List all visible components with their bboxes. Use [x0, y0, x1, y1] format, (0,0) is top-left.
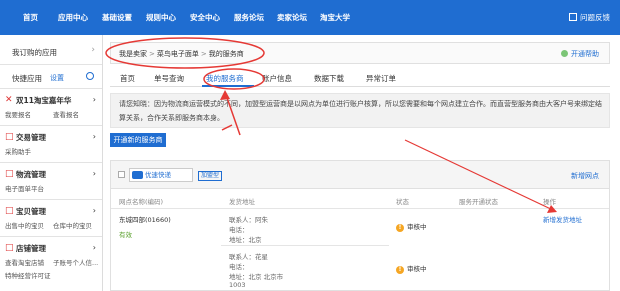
provider-logo-icon — [132, 171, 143, 179]
open-new-provider-button[interactable]: 开通新的服务商 — [110, 133, 166, 147]
double11-icon: ✕ — [5, 95, 13, 105]
sidebar-sub-link[interactable]: 出售中的宝贝 — [5, 220, 44, 230]
help-dot-icon — [561, 50, 568, 57]
feedback-link[interactable]: 问题反馈 — [569, 12, 610, 23]
sidebar-section-shop[interactable]: □ 店铺管理 › 查看淘宝店铺 子账号个人信... 特种经营许可证 — [0, 237, 102, 291]
nav-rules-center[interactable]: 规则中心 — [146, 12, 176, 23]
tab-data-download[interactable]: 数据下载 — [314, 73, 344, 84]
breadcrumb-bar: 我是卖家 > 菜鸟电子面单 > 我的服务商 开通帮助 — [110, 42, 610, 64]
sidebar-section-title: 物流管理 — [16, 170, 46, 179]
column-header: 服务开通状态 — [459, 198, 498, 206]
chevron-right-icon: › — [92, 206, 96, 215]
breadcrumb: 我是卖家 > 菜鸟电子面单 > 我的服务商 — [119, 50, 244, 58]
network-name: 东城四部(01660) — [119, 216, 171, 224]
column-header: 发货地址 — [229, 198, 255, 206]
sidebar-section-title: 交易管理 — [16, 133, 46, 142]
quick-apps-row: 快捷应用 设置 — [0, 65, 102, 89]
nav-service-forum[interactable]: 服务论坛 — [234, 12, 264, 23]
nav-home[interactable]: 首页 — [23, 12, 38, 23]
sidebar-sub-link[interactable]: 查看报名 — [53, 109, 79, 119]
warning-icon: ! — [396, 266, 404, 274]
address-status: ! 审核中 — [396, 221, 427, 232]
provider-checkbox[interactable] — [118, 171, 125, 178]
open-help-link[interactable]: 开通帮助 — [561, 49, 599, 59]
column-header: 状态 — [396, 198, 409, 206]
divider — [111, 208, 609, 209]
provider-panel: 优速快递 加盟型 新增网点 网点名称(编码) 发货地址 状态 服务开通状态 操作… — [110, 160, 610, 291]
top-nav-bar: 首页 应用中心 基础设置 规则中心 安全中心 服务论坛 卖家论坛 淘宝大学 问题… — [0, 0, 620, 35]
nav-basic-settings[interactable]: 基础设置 — [102, 12, 132, 23]
chevron-right-icon: › — [92, 243, 96, 252]
nav-taobao-university[interactable]: 淘宝大学 — [320, 12, 350, 23]
active-tab-indicator — [202, 85, 254, 87]
chevron-right-icon: › — [92, 132, 96, 141]
network-status: 有效 — [119, 231, 132, 239]
sidebar-sub-link[interactable]: 子账号个人信... — [53, 257, 98, 267]
chevron-right-icon: › — [91, 45, 95, 55]
chevron-right-icon: › — [92, 169, 96, 178]
quick-apps-label: 快捷应用 — [12, 74, 42, 83]
nav-app-center[interactable]: 应用中心 — [58, 12, 88, 23]
sidebar-section-trade[interactable]: □ 交易管理 › 采购助手 — [0, 126, 102, 163]
my-apps-label: 我订购的应用 — [12, 48, 57, 57]
column-header: 操作 — [543, 198, 556, 206]
provider-type-badge: 加盟型 — [198, 171, 223, 181]
column-header: 网点名称(编码) — [119, 198, 164, 206]
warning-icon: ! — [396, 224, 404, 232]
breadcrumb-item[interactable]: 我是卖家 — [119, 50, 147, 58]
tab-my-providers[interactable]: 我的服务商 — [206, 73, 244, 84]
nav-seller-forum[interactable]: 卖家论坛 — [277, 12, 307, 23]
sidebar-section-title: 店铺管理 — [16, 244, 46, 253]
logistics-icon: □ — [5, 169, 14, 179]
provider-header: 优速快递 加盟型 新增网点 — [111, 161, 609, 189]
sidebar-section-title: 双11淘宝嘉年华 — [16, 96, 72, 105]
breadcrumb-item[interactable]: 菜鸟电子面单 — [157, 50, 199, 58]
trade-icon: □ — [5, 132, 14, 142]
tab-home[interactable]: 首页 — [120, 73, 135, 84]
breadcrumb-item: 我的服务商 — [208, 50, 244, 58]
address-line: 地址：北京 北京市 — [229, 273, 284, 281]
tab-abnormal-orders[interactable]: 异常订单 — [366, 73, 396, 84]
sidebar-sub-link[interactable]: 我要报名 — [5, 109, 31, 119]
add-network-link[interactable]: 新增网点 — [571, 171, 599, 181]
info-notice: 请您知晓：因为物流商运营模式的不同，加盟型运营商是以网点为单位进行账户核算，所以… — [110, 93, 610, 128]
divider — [221, 245, 389, 246]
add-shipping-address-link[interactable]: 新增发货地址 — [543, 214, 582, 224]
sidebar-sub-link[interactable]: 特种经营许可证 — [5, 270, 51, 280]
address-line: 1003 — [229, 281, 246, 289]
address-phone: 电话： — [229, 226, 249, 234]
sidebar-sub-link[interactable]: 仓库中的宝贝 — [53, 220, 92, 230]
chevron-right-icon: › — [92, 95, 96, 104]
address-phone: 电话： — [229, 263, 249, 271]
shop-icon: □ — [5, 243, 14, 253]
provider-logo: 优速快递 — [129, 168, 193, 182]
my-apps-row[interactable]: 我订购的应用 › — [0, 35, 102, 65]
tab-bar: 首页 单号查询 我的服务商 账户信息 数据下载 异常订单 — [110, 70, 610, 87]
notice-line: 算关系，合作关系即服务商本身。 — [119, 114, 224, 122]
sidebar: 我订购的应用 › 快捷应用 设置 ✕ 双11淘宝嘉年华 › 我要报名 查看报名 … — [0, 35, 103, 291]
sidebar-section-items[interactable]: □ 宝贝管理 › 出售中的宝贝 仓库中的宝贝 — [0, 200, 102, 237]
sidebar-sub-link[interactable]: 查看淘宝店铺 — [5, 257, 44, 267]
sidebar-section-title: 宝贝管理 — [16, 207, 46, 216]
tab-account-info[interactable]: 账户信息 — [262, 73, 292, 84]
address-status: ! 审核中 — [396, 263, 427, 274]
nav-security-center[interactable]: 安全中心 — [190, 12, 220, 23]
items-icon: □ — [5, 206, 14, 216]
tab-tracking-query[interactable]: 单号查询 — [154, 73, 184, 84]
address-contact: 联系人：花星 — [229, 253, 268, 261]
address-line: 地址：北京 — [229, 236, 262, 244]
quick-apps-settings-link[interactable]: 设置 — [50, 73, 64, 83]
gear-icon[interactable] — [86, 72, 94, 80]
sidebar-section-logistics[interactable]: □ 物流管理 › 电子面单平台 — [0, 163, 102, 200]
sidebar-sub-link[interactable]: 采购助手 — [5, 146, 31, 156]
notice-line: 请您知晓：因为物流商运营模式的不同，加盟型运营商是以网点为单位进行账户核算，所以… — [119, 100, 602, 108]
feedback-icon — [569, 13, 577, 21]
sidebar-section-double11[interactable]: ✕ 双11淘宝嘉年华 › 我要报名 查看报名 — [0, 89, 102, 126]
address-contact: 联系人：阿朱 — [229, 216, 268, 224]
sidebar-sub-link[interactable]: 电子面单平台 — [5, 183, 44, 193]
